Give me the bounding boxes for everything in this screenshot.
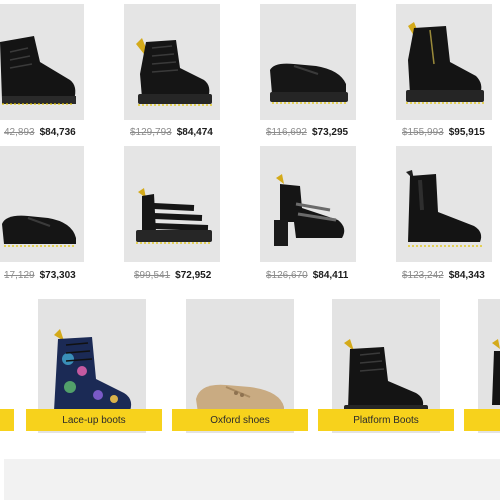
sale-price: $72,952 [175,269,212,281]
chelsea-lace-boot-image [0,36,76,105]
product-card-7[interactable] [260,146,356,262]
zip-platform-boot-image [406,22,484,104]
platform-derby-shoe-image [270,63,348,104]
category-label-text: Oxford shoes [210,414,270,426]
sale-price: $84,411 [312,269,349,281]
heeled-mary-jane-image [274,174,345,246]
old-price: $155,993 [402,126,444,138]
price-1: 42,893 $84,736 [4,124,76,140]
old-price: 17,129 [4,269,35,281]
price-5: 17,129 $73,303 [4,267,76,283]
old-price: $123,242 [402,269,444,281]
price-7: $126,670 $84,411 [266,267,348,283]
sale-price: $84,474 [176,126,213,138]
old-price: $116,692 [266,126,307,138]
old-price: $99,541 [134,269,171,281]
sale-price: $84,736 [39,126,76,138]
price-4: $155,993 $95,915 [402,124,485,140]
price-6: $99,541 $72,952 [134,267,211,283]
category-label-lace-up-boots[interactable]: Lace-up boots [26,409,162,431]
category-label-platform-boots[interactable]: Platform Boots [318,409,454,431]
product-card-6[interactable] [124,146,220,262]
price-3: $116,692 $73,295 [266,124,348,140]
strap-sandal-image [136,188,212,244]
product-card-4[interactable] [396,4,492,120]
price-8: $123,242 $84,343 [402,267,485,283]
footer-band [4,459,500,500]
product-card-3[interactable] [260,4,356,120]
chelsea-boot-image [406,170,482,247]
old-price: $129,793 [130,126,172,138]
price-2: $129,793 $84,474 [130,124,213,140]
category-label-text: Platform Boots [353,414,419,426]
derby-shoe-image [2,215,76,247]
sale-price: $73,295 [311,126,349,138]
category-label-partial-left[interactable] [0,409,14,431]
lace-up-boot-image [136,38,212,106]
old-price: $126,670 [266,269,308,281]
category-label-partial-right[interactable] [464,409,500,431]
old-price: 42,893 [4,126,35,138]
category-label-oxford-shoes[interactable]: Oxford shoes [172,409,308,431]
sale-price: $84,343 [448,269,485,281]
sale-price: $95,915 [448,126,485,138]
product-card-2[interactable] [124,4,220,120]
product-card-5[interactable] [0,146,84,262]
product-card-1[interactable] [0,4,84,120]
sale-price: $73,303 [39,269,76,281]
category-label-text: Lace-up boots [62,414,126,426]
product-card-8[interactable] [396,146,492,262]
